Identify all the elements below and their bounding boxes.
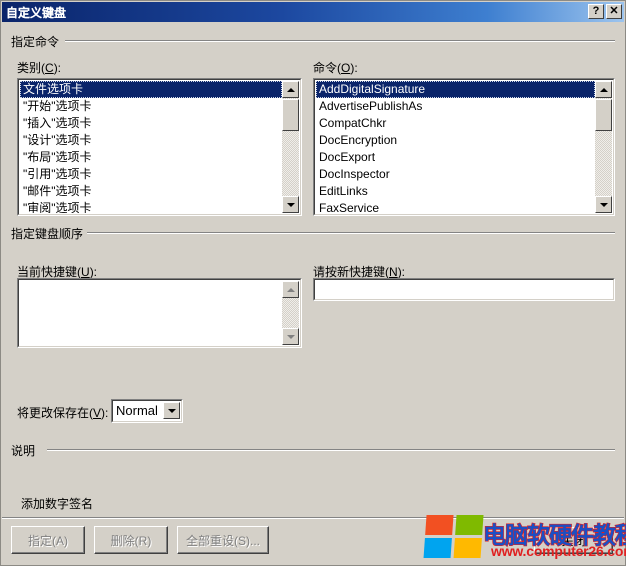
scrollbar-thumb[interactable]: [282, 99, 299, 131]
save-in-dropdown[interactable]: Normal: [111, 399, 183, 423]
commands-listbox[interactable]: AddDigitalSignature AdvertisePublishAs C…: [313, 78, 615, 216]
list-item[interactable]: "设计"选项卡: [20, 132, 282, 149]
windows-logo-square-blue: [423, 538, 452, 558]
list-item[interactable]: "开始"选项卡: [20, 98, 282, 115]
remove-button[interactable]: 删除(R): [94, 526, 168, 554]
title-bar: 自定义键盘 ? ✕: [2, 2, 624, 22]
scroll-up-icon[interactable]: [282, 281, 299, 298]
list-item[interactable]: DocExport: [316, 149, 595, 166]
close-icon[interactable]: ✕: [606, 4, 622, 19]
categories-scrollbar[interactable]: [282, 81, 299, 213]
scroll-up-icon[interactable]: [282, 81, 299, 98]
commands-list-items: AddDigitalSignature AdvertisePublishAs C…: [316, 81, 595, 213]
list-item[interactable]: AdvertisePublishAs: [316, 98, 595, 115]
list-item[interactable]: "邮件"选项卡: [20, 183, 282, 200]
group-line-keyboard-sequence: [83, 232, 615, 234]
list-item[interactable]: CompatChkr: [316, 115, 595, 132]
group-label-description: 说明: [11, 442, 40, 459]
new-shortcut-input[interactable]: [313, 278, 615, 301]
list-item[interactable]: 文件选项卡: [20, 81, 282, 98]
group-label-specify-command: 指定命令: [11, 33, 64, 50]
current-keys-list-items: [20, 281, 282, 345]
reset-all-button[interactable]: 全部重设(S)...: [177, 526, 269, 554]
title-bar-buttons: ? ✕: [588, 4, 622, 19]
current-keys-scrollbar[interactable]: [282, 281, 299, 345]
customize-keyboard-dialog: 自定义键盘 ? ✕ 指定命令 类别(C): 文件选项卡 "开始"选项卡 "插入"…: [0, 0, 626, 566]
list-item[interactable]: EditLinks: [316, 183, 595, 200]
help-icon[interactable]: ?: [588, 4, 604, 19]
group-line-description: [47, 449, 615, 451]
group-label-keyboard-sequence: 指定键盘顺序: [11, 225, 88, 242]
scrollbar-thumb[interactable]: [595, 99, 612, 131]
save-in-value: Normal: [116, 403, 158, 418]
list-item[interactable]: "引用"选项卡: [20, 166, 282, 183]
windows-logo-square-yellow: [453, 538, 482, 558]
list-item[interactable]: AddDigitalSignature: [316, 81, 595, 98]
current-keys-listbox[interactable]: [17, 278, 302, 348]
scroll-up-icon[interactable]: [595, 81, 612, 98]
assign-button[interactable]: 指定(A): [11, 526, 85, 554]
window-title: 自定义键盘: [6, 5, 67, 20]
commands-label: 命令(O):: [313, 61, 358, 75]
categories-label: 类别(C):: [17, 61, 62, 75]
scroll-down-icon[interactable]: [282, 328, 299, 345]
scroll-down-icon[interactable]: [282, 196, 299, 213]
chevron-down-icon[interactable]: [163, 402, 180, 419]
bottom-separator: [2, 517, 624, 519]
list-item[interactable]: FaxService: [316, 200, 595, 213]
list-item[interactable]: "布局"选项卡: [20, 149, 282, 166]
close-button[interactable]: 关闭: [534, 527, 613, 554]
categories-list-items: 文件选项卡 "开始"选项卡 "插入"选项卡 "设计"选项卡 "布局"选项卡 "引…: [20, 81, 282, 213]
windows-logo-icon: [423, 515, 484, 559]
commands-scrollbar[interactable]: [595, 81, 612, 213]
list-item[interactable]: "审阅"选项卡: [20, 200, 282, 213]
categories-listbox[interactable]: 文件选项卡 "开始"选项卡 "插入"选项卡 "设计"选项卡 "布局"选项卡 "引…: [17, 78, 302, 216]
save-in-label: 将更改保存在(V):: [17, 406, 109, 420]
description-text: 添加数字签名: [21, 497, 94, 511]
list-item[interactable]: "插入"选项卡: [20, 115, 282, 132]
list-item[interactable]: DocInspector: [316, 166, 595, 183]
scroll-down-icon[interactable]: [595, 196, 612, 213]
group-line-specify-command: [65, 40, 615, 42]
list-item[interactable]: DocEncryption: [316, 132, 595, 149]
